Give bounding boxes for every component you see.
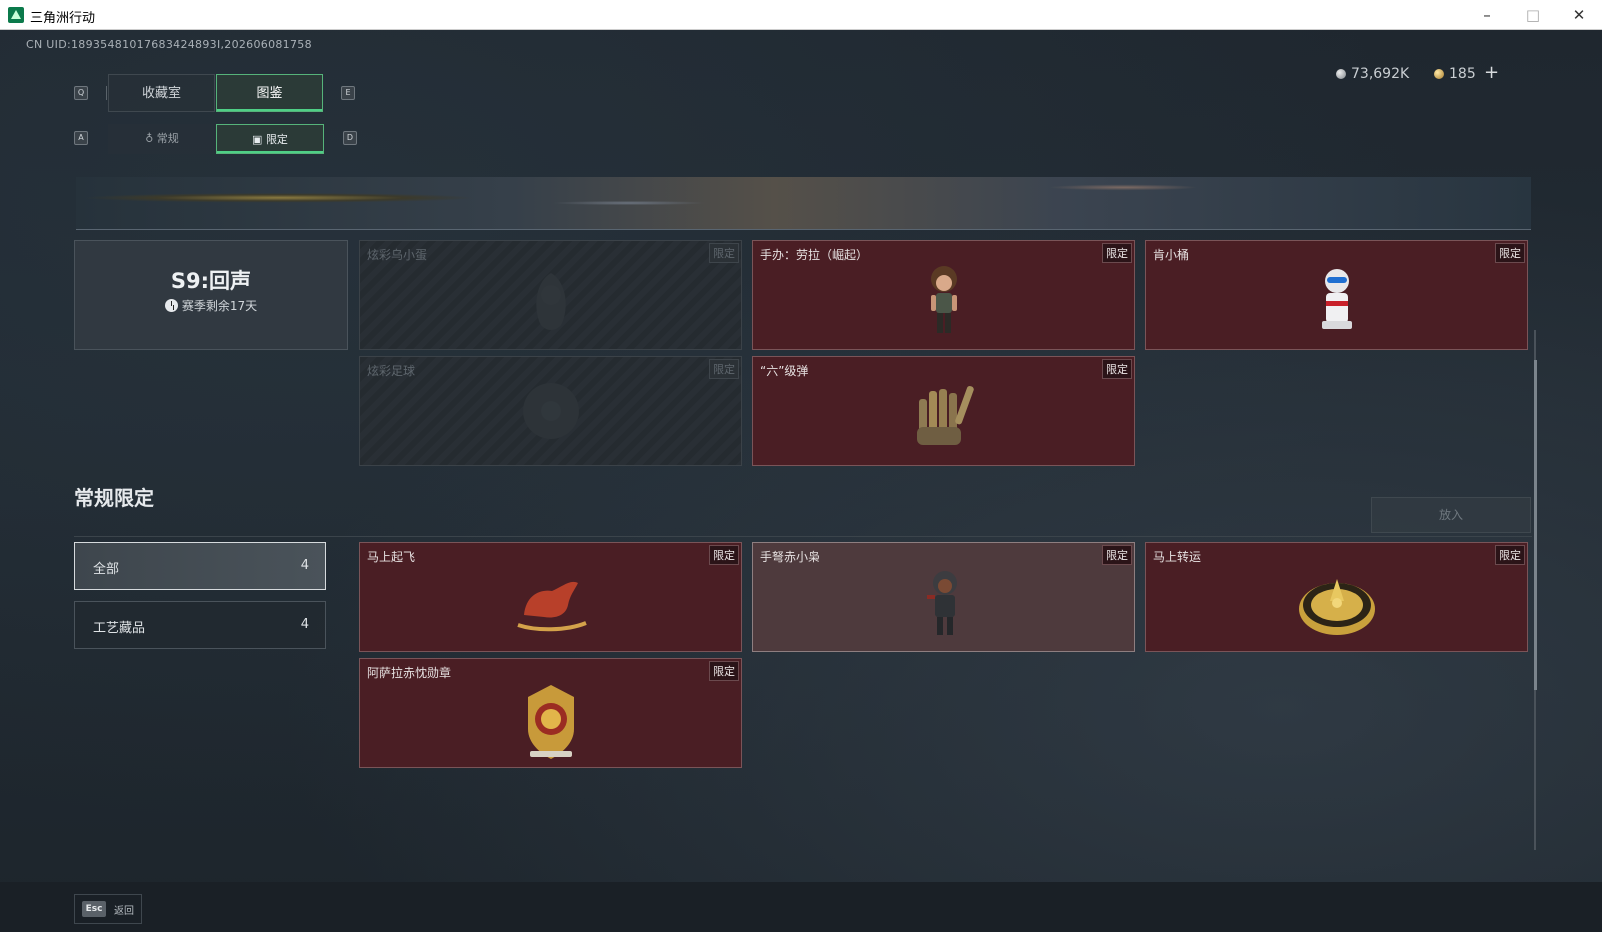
egg-figure-icon xyxy=(535,273,566,330)
uid-label: CN UID:18935481017683424893I,20260608175… xyxy=(26,38,312,51)
silver-amount: 73,692K xyxy=(1351,66,1410,82)
collectible-name: 阿萨拉赤忱勋章 xyxy=(367,666,452,680)
season-remaining: 赛季剩余17天 xyxy=(75,297,347,314)
tab-catalog[interactable]: 图鉴 xyxy=(216,74,323,112)
collectible-card[interactable]: 马上转运 限定 xyxy=(1145,542,1528,652)
gold-currency: 185 xyxy=(1434,66,1476,82)
collectible-card[interactable]: 阿萨拉赤忱勋章 限定 xyxy=(359,658,742,768)
collectible-card[interactable]: 炫彩足球 限定 xyxy=(359,356,742,466)
medal-icon xyxy=(527,685,574,759)
tab-collection-room[interactable]: 收藏室 xyxy=(108,74,215,112)
collectible-name: 炫彩足球 xyxy=(367,364,416,378)
football-icon xyxy=(522,383,579,439)
minimize-button[interactable]: – xyxy=(1464,0,1510,30)
filter-all[interactable]: 全部 4 xyxy=(74,542,326,590)
section-divider xyxy=(74,536,1532,537)
silver-coin-icon xyxy=(1336,69,1346,79)
section-title: 常规限定 xyxy=(74,486,154,510)
filter-label: 工艺藏品 xyxy=(93,621,146,636)
key-hint-e: E xyxy=(341,86,355,100)
limited-tag: 限定 xyxy=(1495,243,1525,263)
limited-tag: 限定 xyxy=(1102,243,1132,263)
put-in-button[interactable]: 放入 xyxy=(1371,497,1531,533)
add-currency-button[interactable]: + xyxy=(1484,62,1499,83)
key-hint-d: D xyxy=(343,131,357,145)
collectible-name: “六”级弹 xyxy=(760,364,809,378)
crossbow-figure-icon xyxy=(926,571,957,635)
fortune-wheel-icon xyxy=(1298,579,1375,635)
collectible-card[interactable]: 手办：劳拉（崛起） 限定 xyxy=(752,240,1135,350)
filter-count: 4 xyxy=(300,617,309,632)
horse-figure-icon xyxy=(516,581,587,632)
back-label: 返回 xyxy=(114,906,134,917)
collectible-card[interactable]: 肯小桶 限定 xyxy=(1145,240,1528,350)
close-button[interactable]: ✕ xyxy=(1556,0,1602,30)
esc-key-hint: Esc xyxy=(82,901,106,917)
collectible-name: 手办：劳拉（崛起） xyxy=(760,248,869,262)
tab-divider xyxy=(106,86,107,100)
filter-label: 全部 xyxy=(93,562,120,577)
subtab-regular-label: 常规 xyxy=(156,132,179,145)
collectible-name: 炫彩乌小蛋 xyxy=(367,248,428,262)
subtab-regular[interactable]: ♁ 常规 xyxy=(108,124,216,154)
scrollbar-thumb[interactable] xyxy=(1534,360,1537,690)
collectible-card[interactable]: 炫彩乌小蛋 限定 xyxy=(359,240,742,350)
collectible-card[interactable]: “六”级弹 限定 xyxy=(752,356,1135,466)
gold-coin-icon xyxy=(1434,69,1444,79)
app-logo-icon xyxy=(8,7,24,23)
season-banner-image xyxy=(76,177,1531,230)
limited-tag: 限定 xyxy=(1102,545,1132,565)
gold-amount: 185 xyxy=(1449,66,1476,82)
flask-icon: ♁ xyxy=(145,132,157,145)
collectible-name: 手弩赤小枭 xyxy=(760,550,821,564)
season-name: S9:回声 xyxy=(170,269,252,293)
limited-tag: 限定 xyxy=(709,359,739,379)
collectible-name: 肯小桶 xyxy=(1153,248,1190,262)
bullet-hand-icon xyxy=(916,386,974,445)
footer-bar xyxy=(0,882,1602,932)
subtab-limited[interactable]: ▣ 限定 xyxy=(216,124,324,154)
window-title: 三角洲行动 xyxy=(30,11,96,26)
collectible-name: 马上起飞 xyxy=(367,550,416,564)
bucket-figure-icon xyxy=(1321,269,1352,329)
window-titlebar: 三角洲行动 – □ ✕ xyxy=(0,0,1602,30)
limited-tag: 限定 xyxy=(709,243,739,263)
silver-currency: 73,692K xyxy=(1336,66,1409,82)
key-hint-a: A xyxy=(74,131,88,145)
limited-tag: 限定 xyxy=(1495,545,1525,565)
limited-tag: 限定 xyxy=(709,545,739,565)
filter-craft-collectibles[interactable]: 工艺藏品 4 xyxy=(74,601,326,649)
subtab-limited-label: 限定 xyxy=(265,133,288,146)
image-icon: ▣ xyxy=(252,133,266,146)
limited-tag: 限定 xyxy=(709,661,739,681)
key-hint-q: Q xyxy=(74,86,88,100)
season-remaining-text: 赛季剩余17天 xyxy=(181,299,258,313)
filter-count: 4 xyxy=(300,558,309,573)
season-info: S9:回声 赛季剩余17天 xyxy=(74,240,348,350)
limited-tag: 限定 xyxy=(1102,359,1132,379)
maximize-button[interactable]: □ xyxy=(1510,0,1556,30)
collectible-card[interactable]: 手弩赤小枭 限定 xyxy=(752,542,1135,652)
collectible-name: 马上转运 xyxy=(1153,550,1202,564)
collectible-card[interactable]: 马上起飞 限定 xyxy=(359,542,742,652)
lara-figure-icon xyxy=(930,266,957,333)
game-viewport: CN UID:18935481017683424893I,20260608175… xyxy=(0,30,1602,932)
clock-icon xyxy=(164,299,178,312)
